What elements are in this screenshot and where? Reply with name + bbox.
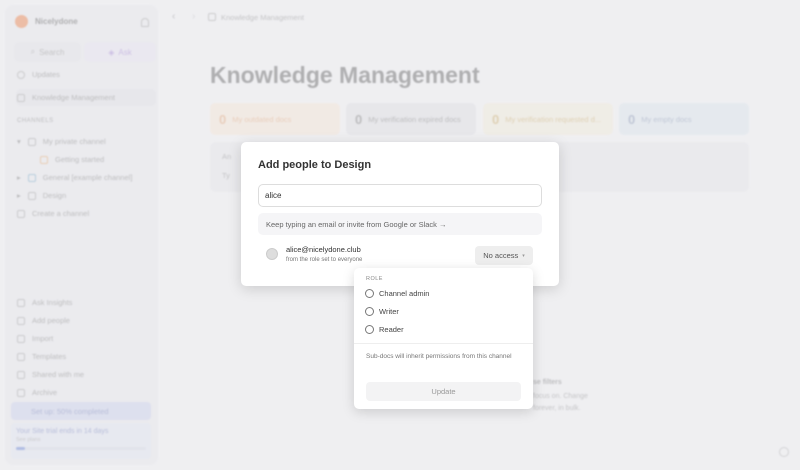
divider bbox=[354, 343, 533, 344]
role-heading: ROLE bbox=[366, 276, 383, 282]
radio-icon[interactable] bbox=[365, 307, 374, 316]
role-option-reader[interactable]: Reader bbox=[365, 325, 404, 334]
modal-title: Add people to Design bbox=[258, 159, 372, 171]
option-label: Channel admin bbox=[379, 289, 430, 298]
role-dropdown-menu: ROLE Channel admin Writer Reader Sub-doc… bbox=[354, 268, 533, 409]
role-option-writer[interactable]: Writer bbox=[365, 307, 399, 316]
update-button[interactable]: Update bbox=[366, 382, 521, 401]
access-dropdown[interactable]: No access ▾ bbox=[475, 246, 533, 265]
radio-icon[interactable] bbox=[365, 289, 374, 298]
avatar bbox=[266, 248, 278, 260]
people-search-input[interactable] bbox=[258, 184, 542, 207]
access-label: No access bbox=[483, 251, 519, 260]
inherit-note: Sub-docs will inherit permissions from t… bbox=[366, 353, 512, 360]
invite-hint[interactable]: Keep typing an email or invite from Goog… bbox=[258, 213, 542, 235]
add-people-modal: Add people to Design Keep typing an emai… bbox=[241, 142, 559, 286]
user-email: alice@nicelydone.club bbox=[286, 245, 361, 254]
user-role-source: from the role set to everyone bbox=[286, 257, 363, 263]
radio-icon[interactable] bbox=[365, 325, 374, 334]
option-label: Writer bbox=[379, 307, 399, 316]
role-option-channel-admin[interactable]: Channel admin bbox=[365, 289, 429, 298]
option-label: Reader bbox=[379, 325, 404, 334]
chevron-down-icon: ▾ bbox=[522, 252, 525, 259]
